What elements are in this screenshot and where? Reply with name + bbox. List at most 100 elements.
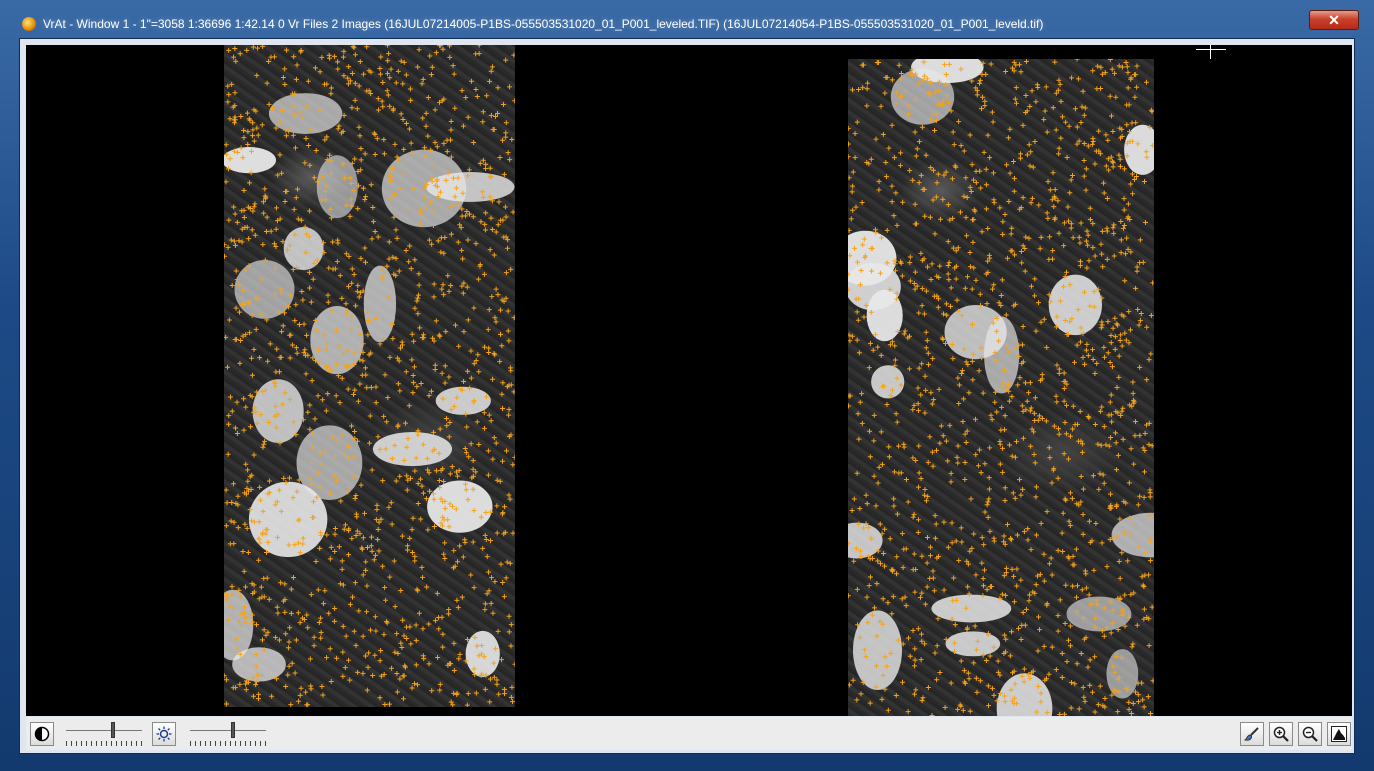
tie-point-marker xyxy=(412,305,418,311)
tie-point-marker xyxy=(422,145,428,151)
tie-point-marker xyxy=(504,559,510,565)
brightness-slider-thumb[interactable] xyxy=(231,722,236,738)
tie-point-marker xyxy=(225,99,231,105)
tie-point-marker xyxy=(415,295,421,301)
tie-point-marker xyxy=(1052,59,1058,65)
tie-point-marker xyxy=(369,534,375,540)
paint-brush-icon[interactable] xyxy=(1240,722,1264,746)
image-viewport[interactable] xyxy=(26,45,1352,716)
image-strip-right[interactable] xyxy=(848,59,1154,716)
tie-point-marker xyxy=(850,183,856,189)
tie-point-marker xyxy=(333,393,339,399)
tie-point-marker xyxy=(266,596,272,602)
tie-point-marker xyxy=(979,94,985,100)
contrast-icon[interactable] xyxy=(30,722,54,746)
tie-point-marker xyxy=(416,292,422,298)
tie-point-marker xyxy=(440,644,446,650)
tie-point-marker xyxy=(856,350,862,356)
tie-point-marker xyxy=(226,47,232,53)
tie-point-marker xyxy=(365,664,371,670)
tie-point-marker xyxy=(303,371,309,377)
tie-point-marker xyxy=(912,646,918,652)
tie-point-marker xyxy=(411,364,417,370)
tie-point-marker xyxy=(330,239,336,245)
tie-point-marker xyxy=(486,345,492,351)
tie-point-marker xyxy=(491,252,497,258)
tie-point-marker xyxy=(487,699,493,705)
tie-point-marker xyxy=(1108,333,1114,339)
tie-point-marker xyxy=(1069,680,1075,686)
tie-point-marker xyxy=(1098,442,1104,448)
tie-point-marker xyxy=(306,142,312,148)
tie-point-marker xyxy=(1097,471,1103,477)
tie-point-marker xyxy=(428,388,434,394)
contrast-slider[interactable] xyxy=(64,720,144,748)
tie-point-marker xyxy=(1134,268,1140,274)
tie-point-marker xyxy=(879,461,885,467)
image-strip-left[interactable] xyxy=(224,45,515,707)
tie-point-marker xyxy=(406,403,412,409)
brightness-slider[interactable] xyxy=(188,720,268,748)
tie-point-marker xyxy=(368,384,374,390)
tie-point-marker xyxy=(1023,380,1029,386)
tie-point-marker xyxy=(372,552,378,558)
tie-point-marker xyxy=(990,170,996,176)
tie-point-marker xyxy=(318,629,324,635)
close-button[interactable]: ✕ xyxy=(1309,10,1359,30)
tie-point-marker xyxy=(1126,480,1132,486)
tie-point-marker xyxy=(1079,104,1085,110)
tie-point-marker xyxy=(889,199,895,205)
tie-point-marker xyxy=(360,633,366,639)
tie-point-marker xyxy=(425,95,431,101)
tie-point-marker xyxy=(1062,711,1068,716)
tie-point-marker xyxy=(226,421,232,427)
tie-point-marker xyxy=(916,310,922,316)
tie-point-marker xyxy=(861,314,867,320)
tie-point-marker xyxy=(1146,442,1152,448)
tie-point-marker xyxy=(912,129,918,135)
brightness-icon[interactable] xyxy=(152,722,176,746)
tie-point-marker xyxy=(1133,419,1139,425)
tie-point-marker xyxy=(978,470,984,476)
zoom-out-icon[interactable] xyxy=(1298,722,1322,746)
zoom-in-icon[interactable] xyxy=(1269,722,1293,746)
tie-point-marker xyxy=(1124,122,1130,128)
tie-point-marker xyxy=(505,150,511,156)
tie-point-marker xyxy=(415,64,421,70)
tie-point-marker xyxy=(498,561,504,567)
tie-point-marker xyxy=(297,620,303,626)
histogram-icon[interactable] xyxy=(1327,722,1351,746)
title-bar[interactable]: VrAt - Window 1 - 1"=3058 1:36696 1:42.1… xyxy=(0,0,1374,38)
tie-point-marker xyxy=(380,563,386,569)
tie-point-marker xyxy=(1111,230,1117,236)
tie-point-marker xyxy=(510,209,515,215)
tie-point-marker xyxy=(503,120,509,126)
tie-point-marker xyxy=(305,625,311,631)
tie-point-marker xyxy=(276,637,282,643)
tie-point-marker xyxy=(340,673,346,679)
tie-point-marker xyxy=(1125,69,1131,75)
tie-point-marker xyxy=(484,554,490,560)
tie-point-marker xyxy=(1099,540,1105,546)
tie-point-marker xyxy=(266,478,272,484)
contrast-slider-thumb[interactable] xyxy=(110,722,115,738)
tie-point-marker xyxy=(1061,386,1067,392)
tie-point-marker xyxy=(502,686,508,692)
tie-point-marker xyxy=(503,575,509,581)
tie-point-marker xyxy=(235,525,241,531)
tie-point-marker xyxy=(343,301,349,307)
tie-point-marker xyxy=(1077,258,1083,264)
tie-point-overlay xyxy=(848,59,1154,716)
tie-point-marker xyxy=(1074,594,1080,600)
tie-point-marker xyxy=(1120,436,1126,442)
tie-point-marker xyxy=(1070,403,1076,409)
tie-point-marker xyxy=(1033,484,1039,490)
tie-point-marker xyxy=(481,425,487,431)
tie-point-marker xyxy=(339,295,345,301)
tie-point-marker xyxy=(1090,473,1096,479)
tie-point-marker xyxy=(1117,163,1123,169)
tie-point-marker xyxy=(919,286,925,292)
tie-point-marker xyxy=(461,379,467,385)
tie-point-marker xyxy=(977,77,983,83)
tie-point-marker xyxy=(1109,66,1115,72)
